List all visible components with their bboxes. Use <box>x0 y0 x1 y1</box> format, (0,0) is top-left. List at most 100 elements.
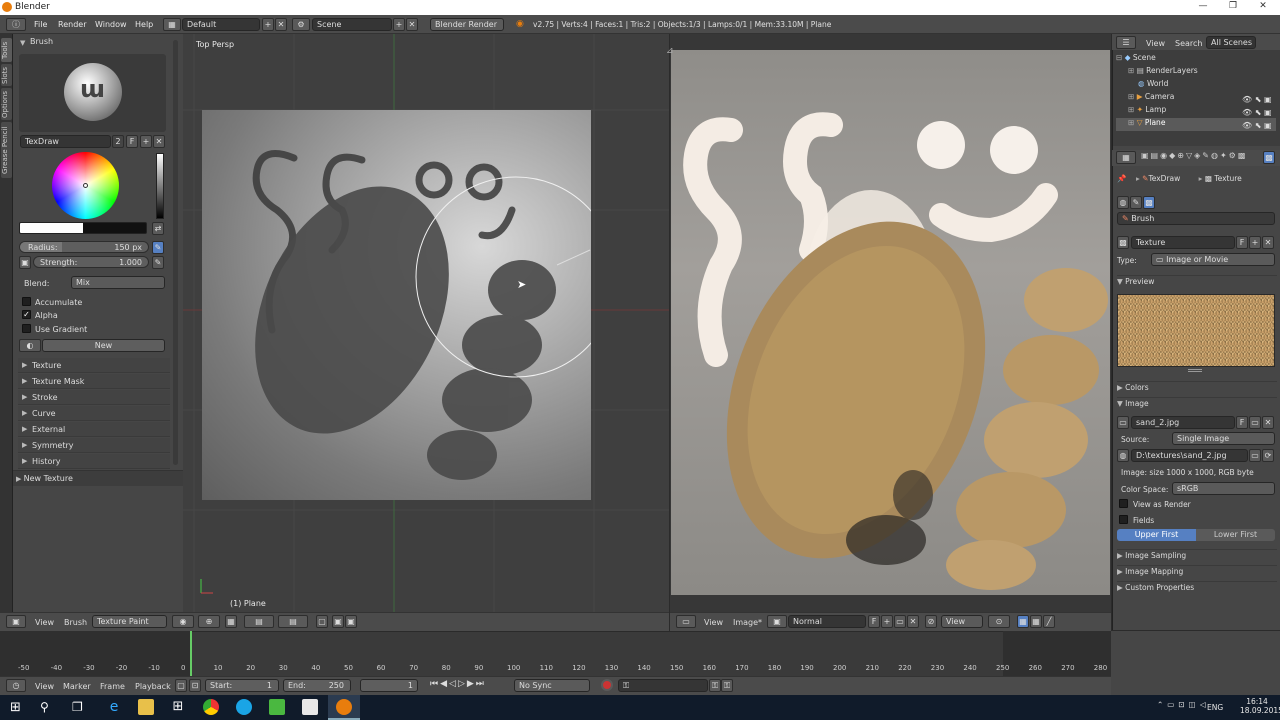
area-split-icon[interactable]: ⊿ <box>666 46 674 56</box>
strength-pressure-icon[interactable]: ✎ <box>152 256 164 269</box>
image-fake-user-button[interactable]: F <box>868 615 880 628</box>
store-icon[interactable]: ⊞ <box>170 699 186 715</box>
brush-users-count[interactable]: 2 <box>112 135 124 148</box>
toolshelf-scrollbar[interactable] <box>173 40 178 465</box>
image-open-icon[interactable]: ▭ <box>1249 416 1261 429</box>
value-slider[interactable] <box>156 153 164 219</box>
fields-checkbox[interactable] <box>1119 515 1128 524</box>
brush-name-field[interactable]: TexDraw <box>20 135 111 148</box>
image-mapping-panel-header[interactable]: ▶ Image Mapping <box>1117 565 1277 578</box>
image-open-button[interactable]: ▭ <box>894 615 906 628</box>
history-panel-header[interactable]: ▶ History <box>18 454 170 469</box>
accumulate-checkbox[interactable] <box>22 297 31 306</box>
mask-toggle-icon[interactable]: ▦ <box>225 615 237 628</box>
texture-fake-user-button[interactable]: F <box>1236 236 1248 249</box>
insert-keyframe-icon[interactable]: ⚿ <box>709 679 721 692</box>
preview-panel-header[interactable]: ▼ Preview <box>1117 275 1277 288</box>
stroke-panel-header[interactable]: ▶ Stroke <box>18 390 170 405</box>
outliner-item-renderlayers[interactable]: ⊞ ▤ RenderLayers <box>1116 66 1276 79</box>
draw-channels-icon[interactable]: ▦ <box>1017 615 1029 628</box>
image-panel-header[interactable]: ▼ Image <box>1117 397 1277 410</box>
texture-remove-button[interactable]: ✕ <box>1262 236 1274 249</box>
outliner-item-scene[interactable]: ⊟ ◆ Scene <box>1116 53 1276 66</box>
viewport-menu-brush[interactable]: Brush <box>64 618 87 627</box>
system-tray-icons[interactable]: ⌃▭⊡◫◁ <box>1157 700 1210 709</box>
blender-taskbar-button[interactable] <box>328 695 360 720</box>
view-as-render-checkbox[interactable] <box>1119 499 1128 508</box>
mode-select[interactable]: Texture Paint <box>92 615 167 628</box>
texture-panel-header[interactable]: ▶ Texture <box>18 358 170 373</box>
brush-remove-button[interactable]: ✕ <box>153 135 165 148</box>
palette-icon[interactable]: ◐ <box>19 339 41 352</box>
brush-panel-header[interactable]: Brush <box>30 37 53 46</box>
preview-resize-handle[interactable] <box>1188 369 1202 372</box>
edge-icon[interactable]: e <box>106 699 122 715</box>
texture-context-tab-icon[interactable]: ▩ <box>1263 151 1275 164</box>
properties-editor-type-icon[interactable]: ▦ <box>1116 151 1136 164</box>
new-texture-panel[interactable]: ▶ New Texture <box>13 470 183 486</box>
end-frame-field[interactable]: End: 250 <box>283 679 351 692</box>
remove-layout-button[interactable]: ✕ <box>275 18 287 31</box>
remove-scene-button[interactable]: ✕ <box>406 18 418 31</box>
visibility-toggles[interactable]: 👁 ⬉ ▣ 👁 ⬉ ▣ 👁 ⬉ ▣ <box>1242 93 1272 132</box>
task-view-icon[interactable]: ❐ <box>72 700 83 714</box>
external-panel-header[interactable]: ▶ External <box>18 422 170 437</box>
viewport-menu-view[interactable]: View <box>35 618 54 627</box>
preview-range-icon[interactable]: ▢ <box>175 679 187 692</box>
swap-colors-icon[interactable]: ⇄ <box>152 222 164 235</box>
scene-field[interactable]: Scene <box>312 18 392 31</box>
start-windows-icon[interactable]: ⊞ <box>10 700 21 715</box>
delete-keyframe-icon[interactable]: ⚿ <box>721 679 733 692</box>
shading-select-icon[interactable]: ◉ <box>172 615 194 628</box>
timeline-ruler[interactable]: -50 -40 -30 -20 -10 0 10 20 30 40 50 60 70 80 90 100 110… <box>0 664 1111 675</box>
current-frame-field[interactable]: 1 <box>360 679 418 692</box>
use-gradient-checkbox[interactable] <box>22 324 31 333</box>
sync-mode-select[interactable]: No Sync <box>514 679 590 692</box>
close-button[interactable]: ✕ <box>1248 1 1278 14</box>
image-sampling-panel-header[interactable]: ▶ Image Sampling <box>1117 549 1277 562</box>
viewport-editor-type-icon[interactable]: ▣ <box>6 615 26 628</box>
image-unlink-icon[interactable]: ✕ <box>1262 416 1274 429</box>
layers-b-icon[interactable]: ▤ <box>278 615 308 628</box>
outliner-display-mode[interactable]: All Scenes <box>1206 36 1256 49</box>
pin-icon[interactable]: ⊘ <box>925 615 937 628</box>
chrome-icon[interactable] <box>203 699 219 715</box>
screen-layout-field[interactable]: Default <box>182 18 260 31</box>
tab-options[interactable]: Options <box>1 88 12 120</box>
brush-preview[interactable]: ɯ <box>19 54 166 132</box>
keying-set-field[interactable]: ⚿ <box>618 679 708 692</box>
menu-file[interactable]: File <box>34 20 47 29</box>
alpha-checkbox[interactable]: ✓ <box>22 310 31 319</box>
brush-texture-icon[interactable]: ▩ <box>1143 196 1155 209</box>
image-filepath-field[interactable]: D:\textures\sand_2.jpg <box>1131 449 1248 462</box>
image-browse-icon[interactable]: ▭ <box>1117 416 1129 429</box>
lock-layer-icon[interactable]: ▢ <box>316 615 328 628</box>
texture-browse-icon[interactable]: ▩ <box>1117 236 1129 249</box>
image-editor-type-icon[interactable]: ▭ <box>676 615 696 628</box>
source-select[interactable]: Single Image <box>1172 432 1275 445</box>
search-icon[interactable]: ⚲ <box>40 700 49 714</box>
strength-slider[interactable]: Strength: 1.000 <box>33 256 149 268</box>
blend-select[interactable]: Mix <box>71 276 165 289</box>
texture-name-field[interactable]: Texture <box>1131 236 1235 249</box>
properties-context-tabs[interactable]: ▣▤◉◆⊕▽◈✎◍✦⚙▩ <box>1141 151 1279 164</box>
language-indicator[interactable]: ENG <box>1207 703 1223 712</box>
outliner-item-world[interactable]: ◍ World <box>1116 79 1276 92</box>
radius-pressure-icon[interactable]: ✎ <box>152 241 164 254</box>
layers-a-icon[interactable]: ▤ <box>244 615 274 628</box>
render-engine-select[interactable]: Blender Render <box>430 18 504 31</box>
timeline-menu-playback[interactable]: Playback <box>135 682 171 691</box>
colors-panel-header[interactable]: ▶ Colors <box>1117 381 1277 394</box>
timeline-editor-type-icon[interactable]: ◷ <box>6 679 26 692</box>
notepad-icon[interactable] <box>302 699 318 715</box>
custom-properties-panel-header[interactable]: ▶ Custom Properties <box>1117 581 1277 594</box>
lower-first-button[interactable]: Lower First <box>1196 529 1275 541</box>
screen-layout-icon[interactable]: ▦ <box>163 18 181 31</box>
brush-texture-user-field[interactable]: ✎ Brush <box>1117 212 1275 225</box>
brush-fake-user-button[interactable]: F <box>126 135 138 148</box>
new-palette-button[interactable]: New <box>42 339 165 352</box>
outliner-tab-view[interactable]: View <box>1146 39 1165 48</box>
timeline-menu-frame[interactable]: Frame <box>100 682 125 691</box>
image-view-mode-select[interactable]: View <box>941 615 983 628</box>
render-preview-icon[interactable]: ▣ <box>332 615 344 628</box>
